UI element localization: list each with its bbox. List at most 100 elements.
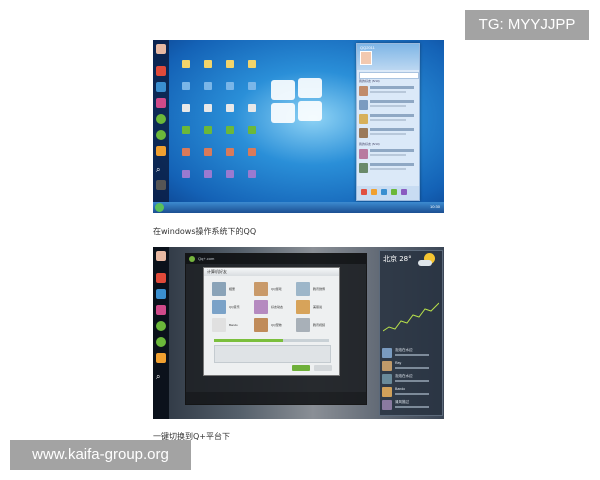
qq-contact[interactable] [359, 85, 417, 98]
app-icon[interactable] [361, 189, 367, 195]
app-grid-item[interactable]: Bando [212, 318, 250, 334]
qq-contact[interactable] [359, 148, 417, 161]
desktop-icon[interactable] [197, 126, 219, 144]
desktop-icon[interactable] [175, 82, 197, 100]
cloud-icon [418, 260, 432, 266]
confirm-button[interactable] [292, 365, 310, 371]
cancel-button[interactable] [314, 365, 332, 371]
app-thumbnail [254, 300, 268, 314]
app-grid-label: 腾讯视频 [313, 323, 326, 327]
app-icon[interactable] [381, 189, 387, 195]
stock-trend-chart [383, 302, 439, 332]
desktop-icon[interactable] [241, 60, 263, 78]
search-icon[interactable]: ⌕ [156, 165, 166, 175]
search-icon[interactable]: ⌕ [156, 372, 166, 382]
desktop-icon[interactable] [241, 82, 263, 100]
qq-contact[interactable] [359, 127, 417, 140]
app-icon[interactable] [156, 66, 166, 76]
desktop-icon[interactable] [197, 104, 219, 122]
desktop-icon[interactable] [197, 170, 219, 188]
app-picker-dialog: 计算机好友 相册 QQ游戏 腾讯微博 QQ音乐 好友动态 美丽说 Bando QQ宠物 腾讯视频 [203, 267, 340, 376]
qq-panel-title: QQ2011 [360, 45, 375, 50]
app-icon[interactable] [156, 337, 166, 347]
qq-side-toolbar: ⌕ [153, 40, 169, 213]
qq-panel-header: QQ2011 [357, 44, 419, 70]
desktop-icon[interactable] [197, 148, 219, 166]
watermark-bottom-left: www.kaifa-group.org [10, 440, 191, 470]
folder-icon[interactable] [156, 353, 166, 363]
contact-item[interactable]: Ray [382, 360, 440, 373]
desktop-icon[interactable] [219, 104, 241, 122]
qq-contact[interactable] [359, 99, 417, 112]
app-icon[interactable] [156, 114, 166, 124]
progress-bar [214, 339, 329, 342]
desktop-icon[interactable] [175, 126, 197, 144]
windows-taskbar: 10:30 [153, 202, 444, 213]
app-thumbnail [296, 300, 310, 314]
app-grid-item[interactable]: 相册 [212, 282, 250, 298]
qq-contact[interactable] [359, 162, 417, 175]
desktop-icon[interactable] [219, 60, 241, 78]
app-icon[interactable] [371, 189, 377, 195]
caption-qplus: 一键切换到Q+平台下 [153, 432, 230, 441]
desktop-icon[interactable] [219, 148, 241, 166]
desktop-icon[interactable] [241, 104, 263, 122]
qq-avatar[interactable] [360, 51, 372, 65]
desktop-icon[interactable] [241, 148, 263, 166]
qq-search-input[interactable] [359, 72, 419, 79]
app-grid-item[interactable]: QQ游戏 [254, 282, 292, 298]
app-icon[interactable] [391, 189, 397, 195]
desktop-icon[interactable] [197, 82, 219, 100]
start-button[interactable] [155, 203, 164, 212]
qplus-bottom-bar [186, 392, 366, 404]
desktop-icon[interactable] [219, 126, 241, 144]
desktop-icon[interactable] [219, 82, 241, 100]
app-grid-item[interactable]: QQ宠物 [254, 318, 292, 334]
settings-icon[interactable] [156, 180, 166, 190]
desktop-icon[interactable] [241, 126, 263, 144]
avatar [382, 361, 392, 371]
windows-desktop-screenshot: ⌕ QQ2011 我的好友 (5/10) 我的好友 (5/10) 10:30 [153, 40, 444, 213]
desktop-icon[interactable] [197, 60, 219, 78]
app-grid-item[interactable]: 好友动态 [254, 300, 292, 316]
app-grid-item[interactable]: 腾讯微博 [296, 282, 334, 298]
qq-contact[interactable] [359, 113, 417, 126]
desktop-icon[interactable] [219, 170, 241, 188]
contact-item[interactable]: 泡泡在水边 [382, 373, 440, 386]
app-thumbnail [296, 318, 310, 332]
app-icon[interactable] [156, 289, 166, 299]
user-avatar-icon[interactable] [156, 251, 166, 261]
qq-group-label[interactable]: 我的好友 (5/10) [359, 79, 380, 83]
app-icon[interactable] [401, 189, 407, 195]
app-thumbnail [212, 282, 226, 296]
qq-group-label[interactable]: 我的好友 (5/10) [359, 142, 380, 146]
app-grid-item[interactable]: 美丽说 [296, 300, 334, 316]
app-icon[interactable] [156, 305, 166, 315]
app-grid-label: QQ宠物 [271, 323, 282, 327]
app-icon[interactable] [156, 321, 166, 331]
user-avatar-icon[interactable] [156, 44, 166, 54]
app-icon[interactable] [156, 130, 166, 140]
app-icon[interactable] [156, 82, 166, 92]
app-grid-label: QQ音乐 [229, 305, 240, 309]
avatar [382, 374, 392, 384]
app-grid-label: QQ游戏 [271, 287, 282, 291]
app-icon[interactable] [156, 273, 166, 283]
qplus-window-title: Qq+.com [198, 256, 215, 261]
desktop-icon[interactable] [175, 104, 197, 122]
folder-icon[interactable] [156, 146, 166, 156]
contact-item[interactable]: 泡泡在水边 [382, 347, 440, 360]
qq-main-panel: QQ2011 我的好友 (5/10) 我的好友 (5/10) [356, 43, 420, 201]
dialog-header: 计算机好友 [204, 268, 339, 276]
desktop-icon[interactable] [241, 170, 263, 188]
desktop-icon[interactable] [175, 170, 197, 188]
contact-item[interactable]: Bando [382, 386, 440, 399]
app-grid-item[interactable]: 腾讯视频 [296, 318, 334, 334]
app-icon[interactable] [156, 98, 166, 108]
contact-item[interactable]: 清风拂过 [382, 399, 440, 412]
dialog-text-area[interactable] [214, 345, 331, 363]
app-grid-item[interactable]: QQ音乐 [212, 300, 250, 316]
desktop-icon[interactable] [175, 148, 197, 166]
desktop-icon[interactable] [175, 60, 197, 78]
qq-side-toolbar: ⌕ [153, 247, 169, 419]
